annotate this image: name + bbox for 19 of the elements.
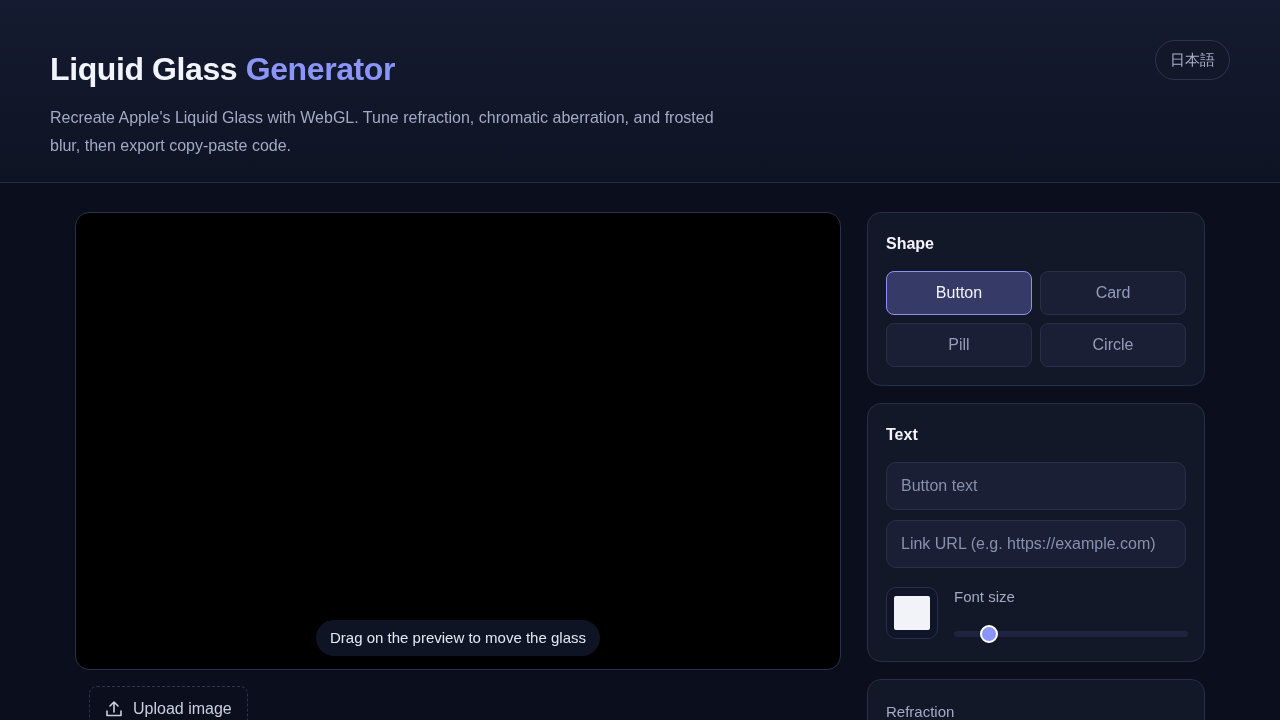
page-title: Liquid Glass Generator [50,50,397,89]
slider-thumb[interactable] [980,625,999,643]
refraction-label: Refraction [886,702,956,720]
font-size-label: Font size [954,587,1016,607]
color-swatch-icon[interactable] [886,587,938,639]
text-input-field[interactable]: Button text [886,462,1186,510]
preview-hint: Drag on the preview to move the glass [316,620,600,656]
preview-canvas[interactable]: Drag on the preview to move the glass [75,212,841,670]
shape-option[interactable]: Pill [886,323,1032,367]
shape-option[interactable]: Card [1040,271,1186,315]
panel-title: Text [886,425,919,445]
upload-image-button[interactable]: Upload image [89,686,248,720]
shape-option[interactable]: Button [886,271,1032,315]
shape-option[interactable]: Circle [1040,323,1186,367]
text-input-field[interactable]: Link URL (e.g. https://example.com) [886,520,1186,568]
page-subtitle: Recreate Apple's Liquid Glass with WebGL. Tune refraction, chromatic aberration, and frosted blur, then export copy-paste code. [50,108,715,156]
panel-title: Shape [886,234,935,254]
upload-icon [105,700,123,718]
language-button[interactable]: 日本語 [1155,40,1230,80]
